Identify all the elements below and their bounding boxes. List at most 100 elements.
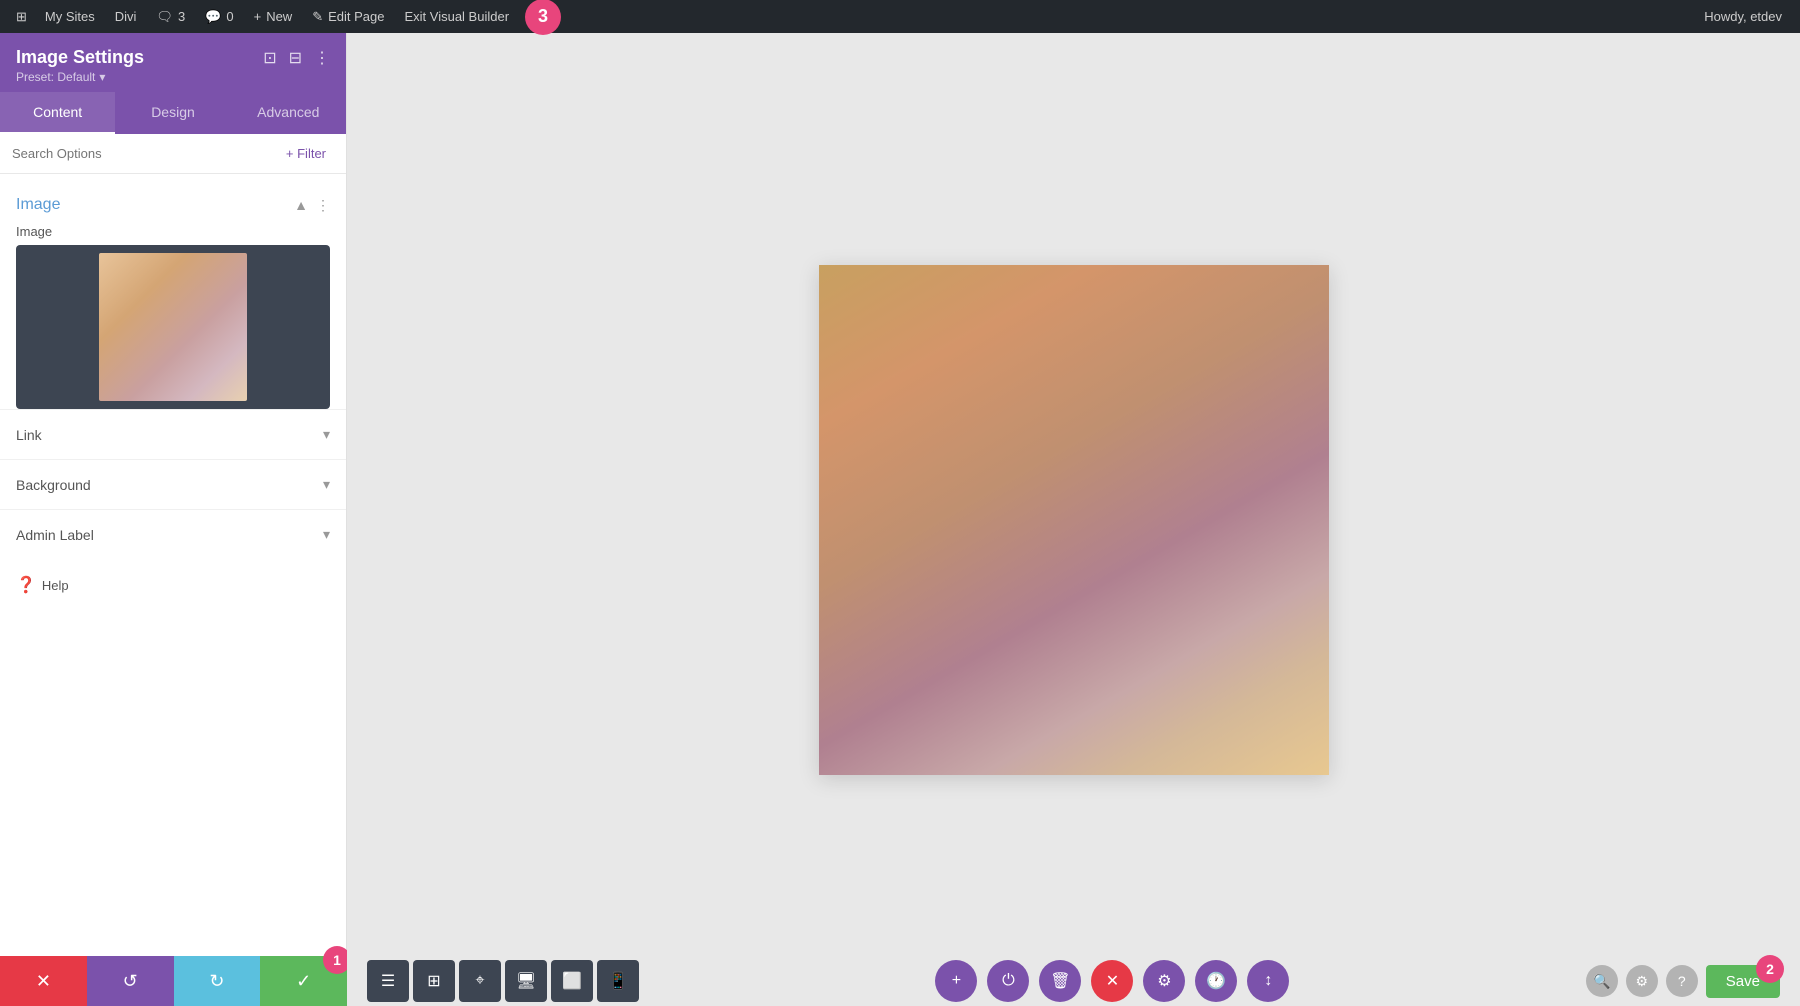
history-btn[interactable]: 🕐 bbox=[1195, 960, 1237, 1002]
image-field-label: Image bbox=[16, 224, 330, 239]
redo-button[interactable]: ↻ bbox=[174, 956, 261, 1006]
tab-design[interactable]: Design bbox=[115, 92, 230, 134]
close-btn[interactable]: ✕ bbox=[1091, 960, 1133, 1002]
image-section-title: Image bbox=[16, 196, 60, 214]
search-bar: + Filter bbox=[0, 134, 346, 174]
save-check-icon: ✓ bbox=[296, 971, 311, 992]
image-thumbnail bbox=[99, 253, 247, 401]
bottom-bar: ✕ ↺ ↻ ✓ 1 bbox=[0, 956, 347, 1006]
add-element-btn[interactable]: + bbox=[935, 960, 977, 1002]
arrows-icon: ↕ bbox=[1264, 972, 1272, 990]
search-small-icon: ⌖ bbox=[475, 972, 484, 990]
admin-label-section-header[interactable]: Admin Label ▾ bbox=[0, 510, 346, 559]
redo-icon: ↻ bbox=[209, 971, 224, 992]
panel-tabs: Content Design Advanced bbox=[0, 92, 346, 134]
desktop-icon: 🖥 bbox=[516, 971, 536, 991]
cancel-button[interactable]: ✕ bbox=[0, 956, 87, 1006]
gear-btn[interactable]: ⚙ bbox=[1143, 960, 1185, 1002]
trash-icon: 🗑 bbox=[1050, 971, 1070, 991]
admin-label-chevron-icon: ▾ bbox=[323, 526, 330, 543]
left-panel: Image Settings ⊡ ⊟ ⋮ Preset: Default ▾ C… bbox=[0, 33, 347, 1006]
image-section-header[interactable]: Image ▲ ⋮ bbox=[16, 186, 330, 224]
filter-button[interactable]: + Filter bbox=[278, 142, 334, 165]
panel-header: Image Settings ⊡ ⊟ ⋮ Preset: Default ▾ bbox=[0, 33, 346, 92]
trash-btn[interactable]: 🗑 bbox=[1039, 960, 1081, 1002]
help-circle-icon: ❓ bbox=[16, 575, 36, 595]
settings-right-icon: ⚙ bbox=[1636, 973, 1649, 990]
step-badge-3: 3 bbox=[525, 0, 561, 35]
image-field: Image bbox=[16, 224, 330, 409]
grid-toolbar-btn[interactable]: ⊞ bbox=[413, 960, 455, 1002]
divi-menu[interactable]: Divi bbox=[105, 0, 147, 33]
wp-icon: ⊞ bbox=[16, 9, 27, 25]
comment-zero-item[interactable]: 💬 0 bbox=[195, 0, 243, 33]
background-section-title: Background bbox=[16, 477, 91, 493]
mobile-btn[interactable]: 📱 bbox=[597, 960, 639, 1002]
panel-content: Image ▲ ⋮ Image Link ▾ bbox=[0, 174, 346, 1006]
bottom-toolbar: ☰ ⊞ ⌖ 🖥 ⬜ 📱 + ⏻ 🗑 ✕ ⚙ bbox=[347, 956, 1800, 1006]
more-options-icon[interactable]: ⋮ bbox=[314, 48, 330, 68]
tab-content[interactable]: Content bbox=[0, 92, 115, 134]
my-sites-label: My Sites bbox=[45, 9, 95, 24]
divi-label: Divi bbox=[115, 9, 137, 24]
toolbar-left: ☰ ⊞ ⌖ 🖥 ⬜ 📱 bbox=[367, 960, 639, 1002]
main-layout: Image Settings ⊡ ⊟ ⋮ Preset: Default ▾ C… bbox=[0, 33, 1800, 1006]
new-label: New bbox=[266, 9, 292, 24]
howdy-text: Howdy, etdev bbox=[1694, 9, 1792, 24]
link-section-title: Link bbox=[16, 427, 42, 443]
save-main-wrapper: Save 2 bbox=[1706, 965, 1780, 998]
toolbar-center: + ⏻ 🗑 ✕ ⚙ 🕐 ↕ bbox=[935, 960, 1289, 1002]
settings-square-icon[interactable]: ⊡ bbox=[263, 48, 276, 68]
image-preview-area[interactable] bbox=[16, 245, 330, 409]
move-btn[interactable]: ↕ bbox=[1247, 960, 1289, 1002]
help-right-btn[interactable]: ? bbox=[1666, 965, 1698, 997]
collapse-icon[interactable]: ▲ bbox=[294, 197, 308, 213]
section-more-icon[interactable]: ⋮ bbox=[316, 197, 330, 214]
desktop-btn[interactable]: 🖥 bbox=[505, 960, 547, 1002]
exit-vb-label: Exit Visual Builder bbox=[404, 9, 509, 24]
admin-label-section-title: Admin Label bbox=[16, 527, 94, 543]
canvas-image bbox=[819, 265, 1329, 775]
wp-logo[interactable]: ⊞ bbox=[8, 0, 35, 33]
admin-label-section: Admin Label ▾ bbox=[0, 509, 346, 559]
search-toolbar-btn[interactable]: ⌖ bbox=[459, 960, 501, 1002]
search-input[interactable] bbox=[12, 146, 278, 161]
settings-right-btn[interactable]: ⚙ bbox=[1626, 965, 1658, 997]
tab-advanced[interactable]: Advanced bbox=[231, 92, 346, 134]
background-section-header[interactable]: Background ▾ bbox=[0, 460, 346, 509]
mobile-icon: 📱 bbox=[608, 971, 628, 991]
edit-page-menu[interactable]: ✎ Edit Page bbox=[302, 0, 394, 33]
link-section-header[interactable]: Link ▾ bbox=[0, 410, 346, 459]
help-section[interactable]: ❓ Help bbox=[0, 559, 346, 611]
x-icon: ✕ bbox=[1106, 971, 1119, 991]
link-section: Link ▾ bbox=[0, 409, 346, 459]
new-menu[interactable]: + New bbox=[244, 0, 303, 33]
tablet-icon: ⬜ bbox=[562, 971, 582, 991]
help-right-icon: ? bbox=[1678, 973, 1686, 989]
wp-admin-bar: ⊞ My Sites Divi 🗨 3 💬 0 + New ✎ Edit Pag… bbox=[0, 0, 1800, 33]
power-icon: ⏻ bbox=[1002, 972, 1015, 990]
exit-visual-builder-btn[interactable]: Exit Visual Builder bbox=[394, 0, 519, 33]
background-chevron-icon: ▾ bbox=[323, 476, 330, 493]
preset-arrow[interactable]: ▾ bbox=[99, 70, 105, 84]
undo-button[interactable]: ↺ bbox=[87, 956, 174, 1006]
image-section: Image ▲ ⋮ Image bbox=[0, 186, 346, 409]
my-sites-menu[interactable]: My Sites bbox=[35, 0, 105, 33]
admin-bar-right: Howdy, etdev bbox=[1694, 9, 1792, 24]
menu-icon: ☰ bbox=[381, 971, 395, 991]
comments-number: 3 bbox=[178, 9, 185, 24]
plus-icon: + bbox=[952, 972, 961, 990]
toolbar-right: 🔍 ⚙ ? Save 2 bbox=[1586, 965, 1780, 998]
comments-count-item[interactable]: 🗨 3 bbox=[146, 0, 195, 33]
columns-icon[interactable]: ⊟ bbox=[289, 48, 302, 68]
clock-icon: 🕐 bbox=[1206, 971, 1226, 991]
preset-label: Preset: Default bbox=[16, 70, 95, 84]
panel-header-icons: ⊡ ⊟ ⋮ bbox=[263, 48, 330, 68]
edit-icon: ✎ bbox=[312, 9, 323, 25]
tablet-btn[interactable]: ⬜ bbox=[551, 960, 593, 1002]
comment-icon: 🗨 bbox=[156, 9, 173, 25]
search-right-btn[interactable]: 🔍 bbox=[1586, 965, 1618, 997]
power-btn[interactable]: ⏻ bbox=[987, 960, 1029, 1002]
menu-toolbar-btn[interactable]: ☰ bbox=[367, 960, 409, 1002]
cancel-icon: ✕ bbox=[36, 971, 51, 992]
